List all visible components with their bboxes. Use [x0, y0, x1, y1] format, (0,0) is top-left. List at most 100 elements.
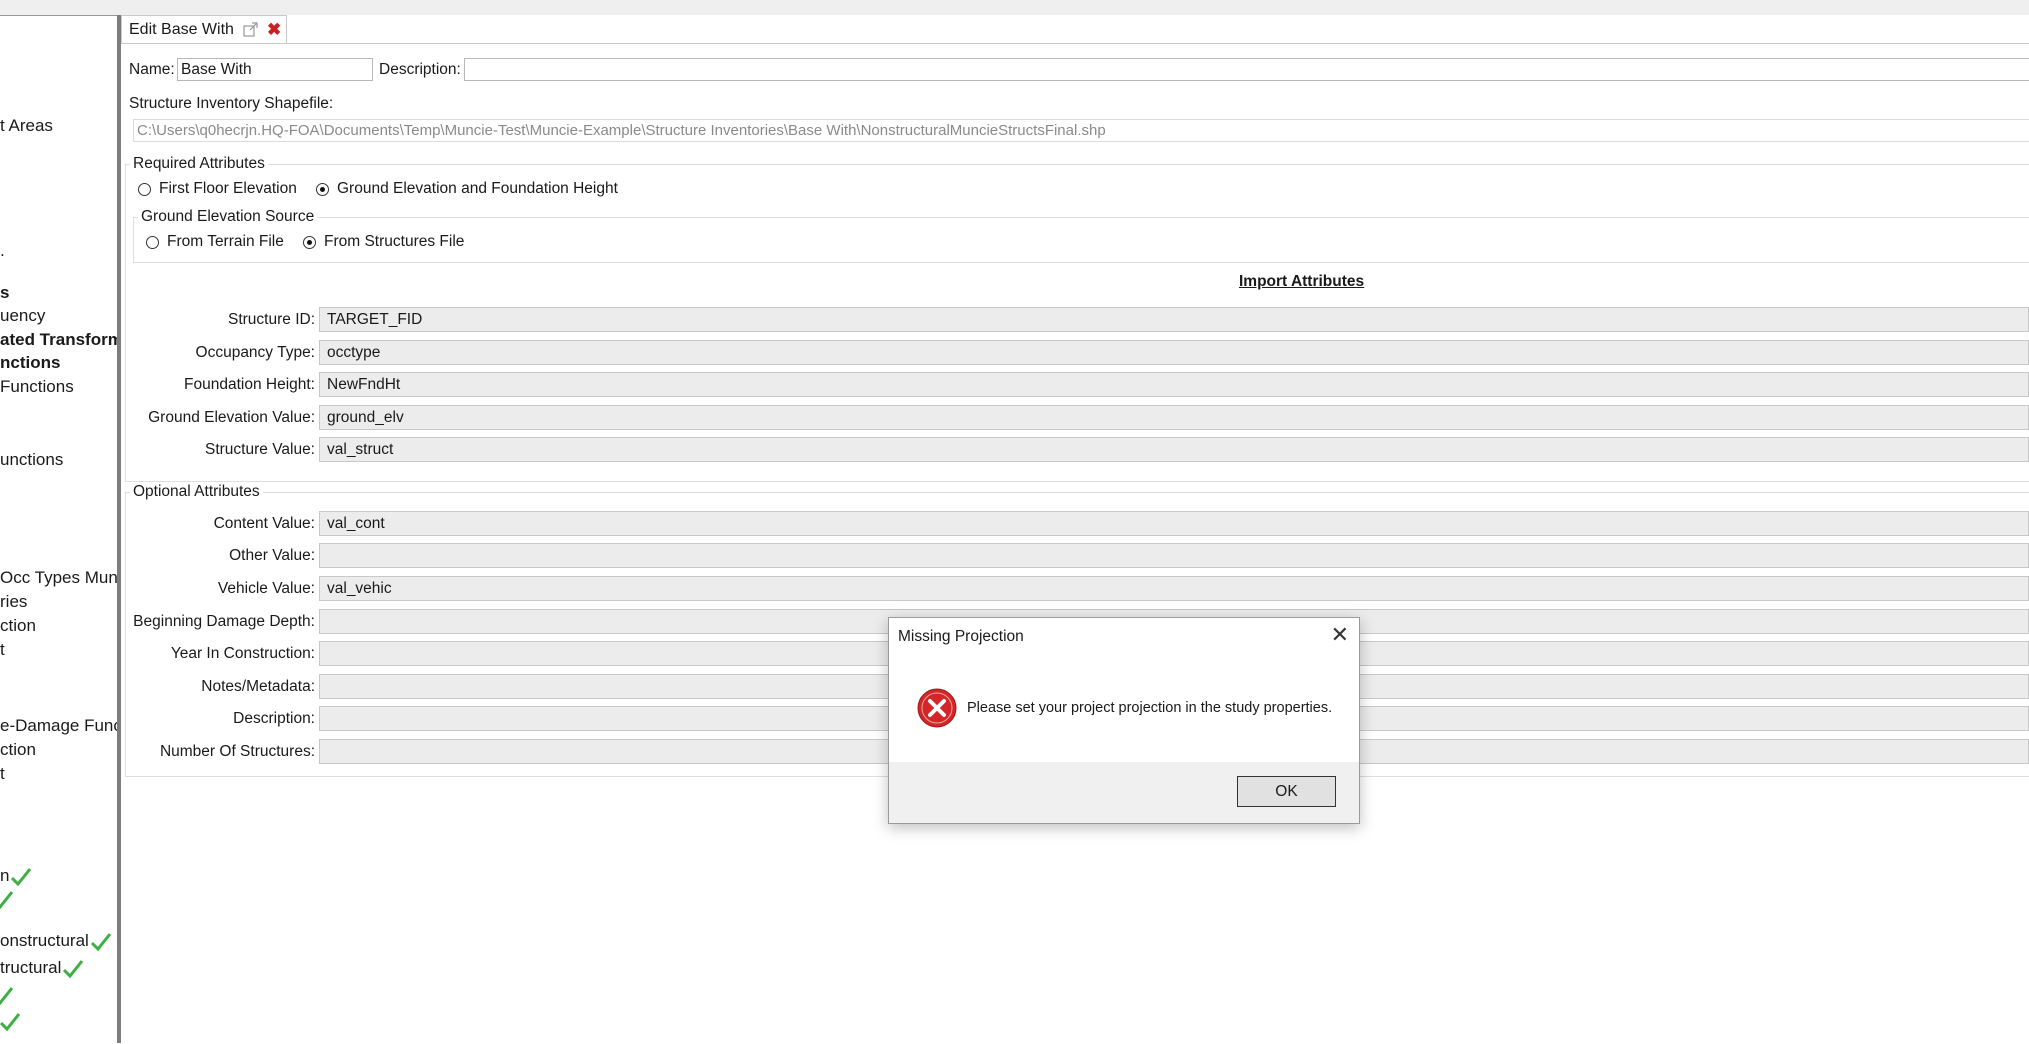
panel-splitter[interactable] — [117, 15, 121, 1043]
year-in-construction-label: Year In Construction: — [170, 645, 315, 662]
vehicle-value-label: Vehicle Value: — [217, 580, 315, 597]
optional-attributes-title: Optional Attributes — [130, 483, 263, 501]
tree-item[interactable]: nctions — [0, 352, 60, 374]
tree-item[interactable]: . — [0, 240, 5, 262]
radio-label: First Floor Elevation — [159, 180, 297, 197]
tree-item-label: t Areas — [0, 116, 53, 135]
shapefile-label: Structure Inventory Shapefile: — [129, 95, 334, 112]
tree-item-label: Functions — [0, 377, 74, 396]
tree-item[interactable]: Occ Types Munc — [0, 567, 117, 589]
tab-edit-base-with[interactable]: Edit Base With ✖ — [121, 15, 287, 43]
name-field[interactable]: Base With — [177, 58, 373, 81]
tree-item[interactable]: e-Damage Func — [0, 715, 117, 737]
tree-item[interactable]: Functions — [0, 376, 74, 398]
tree-item[interactable]: ction — [0, 615, 36, 637]
structure-id-combo[interactable]: TARGET_FID — [319, 307, 2029, 332]
notes-metadata-label: Notes/Metadata: — [201, 678, 315, 695]
tree-item[interactable]: n — [0, 865, 33, 888]
description-attr-label: Description: — [233, 710, 315, 727]
tree-item[interactable]: ated Transform — [0, 329, 117, 351]
check-icon — [0, 1012, 21, 1031]
import-attributes-link[interactable]: Import Attributes — [1239, 273, 1364, 291]
radio-circle — [316, 182, 329, 196]
required-attributes-title: Required Attributes — [130, 155, 268, 173]
check-icon — [63, 959, 84, 978]
radio-from-terrain-file[interactable]: From Terrain File — [146, 233, 284, 251]
tree-item-label: ction — [0, 740, 36, 759]
tree-item[interactable]: ction — [0, 739, 36, 761]
structure-value-combo[interactable]: val_struct — [319, 437, 2029, 462]
content-value-label: Content Value: — [213, 515, 315, 532]
tree-item[interactable]: t Areas — [0, 115, 53, 137]
radio-circle — [138, 182, 151, 196]
check-icon — [11, 867, 32, 886]
popout-icon[interactable] — [243, 22, 258, 37]
radio-label: From Terrain File — [167, 233, 284, 250]
check-icon — [0, 890, 14, 909]
check-icon — [90, 932, 111, 951]
radio-from-structures-file[interactable]: From Structures File — [303, 233, 464, 251]
tree-item-label: tructural — [0, 958, 62, 977]
missing-projection-dialog: Missing Projection ✕ Please set your pro… — [888, 617, 1360, 824]
tree-item[interactable]: uency — [0, 305, 45, 327]
tree-item-label: uency — [0, 306, 46, 325]
vehicle-value-combo[interactable]: val_vehic — [319, 576, 2029, 601]
close-tab-icon[interactable]: ✖ — [267, 21, 281, 38]
tree-item[interactable]: s — [0, 282, 9, 304]
ground-elevation-value-combo[interactable]: ground_elv — [319, 405, 2029, 430]
tree-item[interactable] — [0, 984, 24, 1007]
number-of-structures-label: Number Of Structures: — [159, 743, 315, 760]
tree-item-label: e-Damage Func — [0, 716, 117, 735]
tree-item-label: t — [0, 764, 5, 783]
occupancy-type-combo[interactable]: occtype — [319, 340, 2029, 365]
description-label: Description: — [379, 61, 461, 78]
radio-label: From Structures File — [324, 233, 465, 250]
radio-ground-elevation-foundation[interactable]: Ground Elevation and Foundation Height — [316, 180, 618, 198]
radio-circle — [146, 235, 159, 249]
study-tree-panel: t Areas . s uency ated Transform nctions… — [0, 15, 117, 1044]
tree-item[interactable] — [0, 1010, 24, 1033]
tree-item[interactable]: tructural — [0, 957, 85, 980]
tab-title: Edit Base With — [129, 20, 234, 38]
tree-item[interactable]: ries — [0, 591, 27, 613]
dialog-message: Please set your project projection in th… — [967, 700, 1333, 716]
tree-item[interactable]: onstructural — [0, 930, 113, 953]
beginning-damage-depth-label: Beginning Damage Depth: — [133, 613, 315, 630]
radio-label: Ground Elevation and Foundation Height — [337, 180, 618, 197]
tree-item-label: nctions — [0, 353, 61, 372]
tree-item-label: Occ Types Munc — [0, 568, 117, 587]
tree-item[interactable]: t — [0, 763, 5, 785]
ground-elevation-source-title: Ground Elevation Source — [138, 208, 318, 226]
close-icon[interactable]: ✕ — [1331, 624, 1349, 646]
tree-item-label: unctions — [0, 450, 64, 469]
tree-item[interactable]: unctions — [0, 449, 63, 471]
other-value-combo[interactable] — [319, 543, 2029, 568]
content-value-combo[interactable]: val_cont — [319, 511, 2029, 536]
other-value-label: Other Value: — [229, 547, 315, 564]
tab-strip — [121, 15, 2029, 44]
name-label: Name: — [129, 61, 175, 78]
window-top-bar — [0, 0, 2029, 15]
description-field[interactable] — [464, 58, 2029, 81]
tree-item-label: ries — [0, 592, 28, 611]
structure-value-label: Structure Value: — [205, 441, 315, 458]
foundation-height-label: Foundation Height: — [184, 376, 315, 393]
radio-circle — [303, 235, 316, 249]
check-icon — [0, 986, 14, 1005]
structure-id-label: Structure ID: — [228, 311, 315, 328]
tree-item-label: ction — [0, 616, 36, 635]
tree-item-label: onstructural — [0, 931, 89, 950]
tree-item[interactable]: t — [0, 639, 5, 661]
ok-button[interactable]: OK — [1237, 776, 1336, 807]
tree-item-label: ated Transform — [0, 330, 117, 349]
tree-item-label: t — [0, 640, 5, 659]
ground-elevation-value-label: Ground Elevation Value: — [148, 409, 315, 426]
foundation-height-combo[interactable]: NewFndHt — [319, 372, 2029, 397]
shapefile-path-field[interactable]: C:\Users\q0hecrjn.HQ-FOA\Documents\Temp\… — [133, 119, 2029, 142]
radio-first-floor-elevation[interactable]: First Floor Elevation — [138, 180, 297, 198]
dialog-title: Missing Projection — [898, 628, 1024, 645]
tree-item-label: . — [0, 241, 5, 260]
tree-item[interactable] — [0, 888, 24, 911]
tree-item-label: s — [0, 283, 10, 302]
tree-item-label: n — [0, 866, 10, 885]
